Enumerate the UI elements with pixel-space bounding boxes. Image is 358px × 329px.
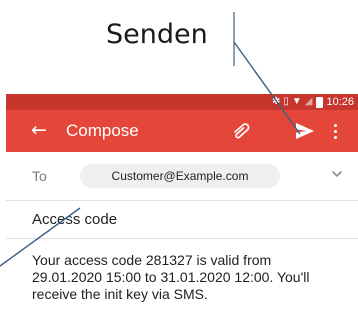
recipient-chip[interactable]: Customer@Example.com <box>80 164 280 188</box>
send-icon[interactable] <box>295 121 315 141</box>
arrow-left-icon[interactable]: ← <box>31 118 47 142</box>
subject-field[interactable]: Access code <box>32 211 117 228</box>
status-icons: ✱ ▯ ▼ ◢ 10:26 <box>272 94 354 110</box>
app-bar: ← Compose <box>6 110 358 152</box>
callout-label-send: Senden <box>106 19 208 50</box>
chevron-down-icon[interactable] <box>331 168 343 180</box>
status-time: 10:26 <box>326 96 354 108</box>
recipient-row: To Customer@Example.com <box>6 152 358 201</box>
to-label: To <box>32 168 47 184</box>
message-body[interactable]: Your access code 281327 is valid from 29… <box>32 252 332 303</box>
phone-screen: ✱ ▯ ▼ ◢ 10:26 ← Compose To Customer@Exam… <box>6 94 358 329</box>
paperclip-icon[interactable] <box>232 122 252 140</box>
page-title: Compose <box>66 121 139 140</box>
status-bar: ✱ ▯ ▼ ◢ 10:26 <box>6 94 358 110</box>
vibrate-icon: ▯ <box>283 96 289 107</box>
wifi-icon: ▼ <box>291 96 302 107</box>
bluetooth-icon: ✱ <box>271 96 281 107</box>
subject-row[interactable]: Access code <box>6 200 358 239</box>
battery-icon <box>316 96 324 108</box>
more-vert-icon[interactable] <box>332 120 338 142</box>
signal-icon: ◢ <box>304 96 313 107</box>
